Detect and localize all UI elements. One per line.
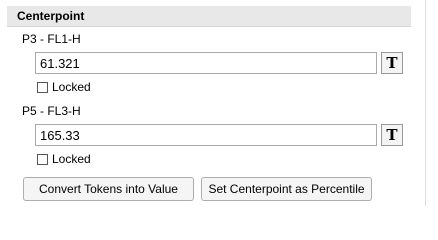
- locked-checkbox-p3[interactable]: [37, 81, 48, 93]
- token-button-p5[interactable]: T: [381, 124, 403, 146]
- set-centerpoint-percentile-button[interactable]: Set Centerpoint as Percentile: [201, 177, 372, 201]
- text-token-icon: T: [386, 126, 398, 144]
- section-title: Centerpoint: [17, 9, 85, 23]
- locked-checkbox-p5[interactable]: [37, 153, 48, 165]
- locked-checkbox-row-p3[interactable]: Locked: [37, 80, 91, 94]
- panel-divider: [425, 0, 426, 206]
- convert-tokens-button[interactable]: Convert Tokens into Value: [23, 177, 194, 201]
- token-button-p3[interactable]: T: [381, 52, 403, 74]
- centerpoint-panel: Centerpoint P3 - FL1-H T Locked P5 - FL3…: [0, 0, 438, 206]
- field-label-p5: P5 - FL3-H: [22, 104, 81, 118]
- locked-checkbox-row-p5[interactable]: Locked: [37, 152, 91, 166]
- p5-value-input[interactable]: [35, 124, 377, 146]
- text-token-icon: T: [386, 54, 398, 72]
- section-header: Centerpoint: [7, 6, 411, 27]
- locked-label-p3: Locked: [52, 80, 91, 94]
- p3-value-input[interactable]: [35, 52, 377, 74]
- locked-label-p5: Locked: [52, 152, 91, 166]
- field-label-p3: P3 - FL1-H: [22, 32, 81, 46]
